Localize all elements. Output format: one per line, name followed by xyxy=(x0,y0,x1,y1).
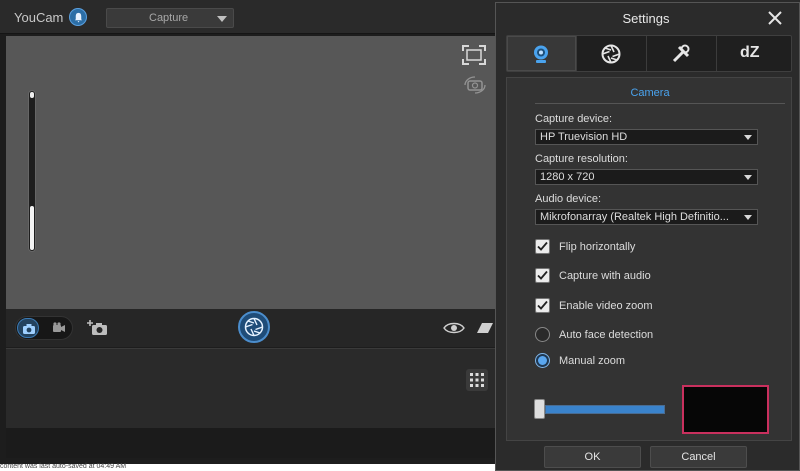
ok-button[interactable]: OK xyxy=(544,446,641,468)
chevron-down-icon xyxy=(217,16,227,22)
auto-face-detection-radio[interactable] xyxy=(535,327,550,342)
checkmark-icon xyxy=(537,270,548,280)
eraser-icon[interactable] xyxy=(476,321,494,339)
dialog-title: Settings xyxy=(622,11,670,26)
status-text: content was last auto-saved at 04:49 AM xyxy=(0,463,127,470)
capture-device-value: HP Truevision HD xyxy=(540,131,628,143)
manual-zoom-radio[interactable] xyxy=(535,353,550,368)
camera-preview xyxy=(6,36,495,309)
chevron-down-icon xyxy=(744,175,752,180)
capture-with-audio-checkbox[interactable] xyxy=(535,268,550,283)
capture-with-audio-label: Capture with audio xyxy=(559,270,651,282)
capture-resolution-value: 1280 x 720 xyxy=(540,171,595,183)
notification-bell-icon[interactable] xyxy=(69,8,87,26)
zoom-slider-top xyxy=(30,92,34,98)
capture-mode-toggle[interactable] xyxy=(15,316,73,340)
tab-camera[interactable] xyxy=(507,36,577,71)
shutter-icon xyxy=(601,44,621,64)
section-divider xyxy=(535,103,785,104)
mode-select-value: Capture xyxy=(149,12,189,24)
app-title: YouCam xyxy=(14,10,64,25)
capture-resolution-label: Capture resolution: xyxy=(535,153,628,165)
video-mode-button[interactable] xyxy=(48,318,70,338)
capture-resolution-select[interactable]: 1280 x 720 xyxy=(535,169,758,185)
zoom-preview xyxy=(682,385,769,434)
audio-device-value: Mikrofonarray (Realtek High Definitio... xyxy=(540,211,729,223)
section-title: Camera xyxy=(630,87,670,99)
zoom-level-slider[interactable] xyxy=(545,405,665,414)
photo-mode-button[interactable] xyxy=(17,318,39,338)
add-photo-icon[interactable] xyxy=(87,319,109,342)
webcam-icon xyxy=(534,45,548,63)
chevron-down-icon xyxy=(744,135,752,140)
bottom-strip xyxy=(6,428,495,458)
radio-dot xyxy=(538,356,547,365)
fullscreen-icon[interactable] xyxy=(462,45,486,70)
rotate-camera-icon[interactable] xyxy=(462,75,488,100)
capture-device-label: Capture device: xyxy=(535,113,613,125)
zoom-slider-handle[interactable] xyxy=(30,206,34,250)
cancel-button[interactable]: Cancel xyxy=(650,446,747,468)
flip-horizontally-checkbox[interactable] xyxy=(535,239,550,254)
capture-device-select[interactable]: HP Truevision HD xyxy=(535,129,758,145)
settings-tabs: dZ xyxy=(506,35,792,72)
audio-device-label: Audio device: xyxy=(535,193,602,205)
auto-face-detection-label: Auto face detection xyxy=(559,329,654,341)
tools-icon xyxy=(672,44,690,63)
camera-settings-panel: Camera Capture device: HP Truevision HD … xyxy=(506,77,792,441)
zoom-slider[interactable] xyxy=(28,90,36,252)
media-library-panel xyxy=(6,348,495,428)
tab-tools[interactable] xyxy=(647,36,717,71)
capture-shutter-button[interactable] xyxy=(238,311,270,343)
tab-dz[interactable]: dZ xyxy=(717,36,787,71)
tab-dz-label: dZ xyxy=(740,44,760,61)
flip-horizontally-label: Flip horizontally xyxy=(559,241,636,253)
grid-view-icon[interactable] xyxy=(466,369,488,391)
manual-zoom-label: Manual zoom xyxy=(559,355,626,367)
close-icon[interactable] xyxy=(767,10,787,30)
audio-device-select[interactable]: Mikrofonarray (Realtek High Definitio... xyxy=(535,209,758,225)
chevron-down-icon xyxy=(744,215,752,220)
zoom-level-thumb[interactable] xyxy=(534,399,545,419)
zoom-level-fill xyxy=(546,406,664,413)
enable-video-zoom-checkbox[interactable] xyxy=(535,298,550,313)
checkmark-icon xyxy=(537,300,548,310)
checkmark-icon xyxy=(537,241,548,251)
mode-select[interactable]: Capture xyxy=(106,8,234,28)
tab-effects[interactable] xyxy=(577,36,647,71)
settings-dialog: Settings dZ Camera Capture device: HP Tr… xyxy=(495,2,800,471)
eye-icon[interactable] xyxy=(443,321,465,339)
enable-video-zoom-label: Enable video zoom xyxy=(559,300,653,312)
